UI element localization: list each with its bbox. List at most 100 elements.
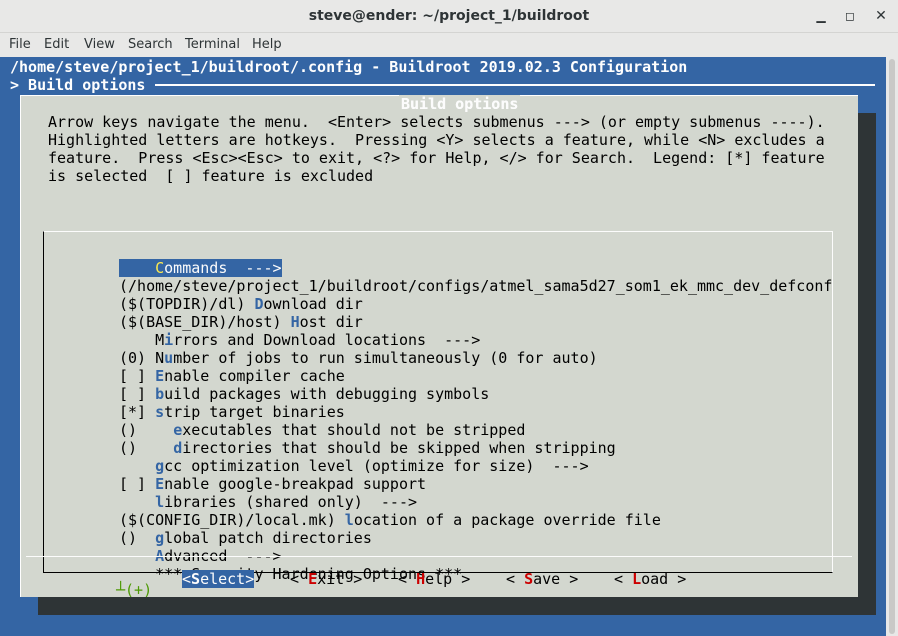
build-options-dialog: Build options Arrow keys navigate the me… bbox=[20, 95, 858, 599]
menu-item-label: cc optimization level (optimize for size… bbox=[164, 457, 589, 475]
window-titlebar: steve@ender: ~/project_1/buildroot ▁ ◻ ✕ bbox=[0, 0, 898, 33]
menu-item[interactable]: [ ] Enable compiler cache bbox=[119, 367, 345, 385]
menu-item-hotkey: C bbox=[155, 259, 165, 277]
button-label: ave > bbox=[533, 570, 579, 588]
menu-item[interactable]: [*] strip target binaries bbox=[119, 403, 345, 421]
menu-item-label: uild packages with debugging symbols bbox=[164, 385, 490, 403]
button-label: oad > bbox=[641, 570, 687, 588]
menu-search[interactable]: Search bbox=[128, 37, 173, 52]
menu-item[interactable]: ($(BASE_DIR)/host) Host dir bbox=[119, 313, 363, 331]
select-button[interactable]: <Select> bbox=[182, 570, 255, 588]
menu-item[interactable]: Commands ---> bbox=[119, 259, 282, 277]
menu-item-hotkey: l bbox=[344, 511, 354, 529]
menu-item[interactable]: () global patch directories bbox=[119, 529, 372, 547]
menu-item-prefix: [ ] bbox=[119, 475, 156, 493]
button-label: elp > bbox=[425, 570, 471, 588]
menu-item[interactable]: (/home/steve/project_1/buildroot/configs… bbox=[119, 277, 832, 295]
menu-item-label: nable google-breakpad support bbox=[164, 475, 427, 493]
menu-item-hotkey: D bbox=[254, 295, 264, 313]
menu-item-prefix: M bbox=[119, 331, 165, 349]
menu-item-label: nable compiler cache bbox=[164, 367, 345, 385]
menu-file[interactable]: File bbox=[9, 37, 31, 52]
menu-item-hotkey: g bbox=[155, 457, 165, 475]
menu-item[interactable]: ($(TOPDIR)/dl) Download dir bbox=[119, 295, 363, 313]
menu-item-hotkey: E bbox=[155, 475, 165, 493]
button-bracket: < bbox=[614, 570, 633, 588]
button-hotkey: H bbox=[416, 570, 426, 588]
menu-item[interactable]: [ ] Enable google-breakpad support bbox=[119, 475, 426, 493]
menu-item-prefix bbox=[119, 457, 155, 475]
menu-item-prefix: ($(BASE_DIR)/host) bbox=[119, 313, 291, 331]
menu-item-prefix: [ ] bbox=[119, 367, 156, 385]
menu-item-prefix: () bbox=[119, 421, 174, 439]
help-line: feature. Press <Esc><Esc> to exit, <?> f… bbox=[48, 149, 825, 167]
menu-item[interactable]: (0) Number of jobs to run simultaneously… bbox=[119, 349, 598, 367]
more-indicator: ┴(+) bbox=[116, 581, 153, 599]
menu-item[interactable]: [ ] build packages with debugging symbol… bbox=[119, 385, 489, 403]
menu-terminal[interactable]: Terminal bbox=[185, 37, 240, 52]
button-divider bbox=[26, 556, 852, 557]
menu-item-prefix: (/home/steve/project_1/buildroot/configs… bbox=[119, 277, 833, 295]
menu-item-prefix: [ ] bbox=[119, 385, 156, 403]
button-bracket: < bbox=[290, 570, 309, 588]
config-path-header: /home/steve/project_1/buildroot/.config … bbox=[10, 58, 688, 76]
help-button[interactable]: < Help > bbox=[398, 570, 470, 588]
button-hotkey: E bbox=[308, 570, 318, 588]
help-line: Arrow keys navigate the menu. <Enter> se… bbox=[48, 113, 825, 131]
menu-item-label: mber of jobs to run simultaneously (0 fo… bbox=[173, 349, 598, 367]
button-bracket: < bbox=[182, 570, 192, 588]
menu-item[interactable]: libraries (shared only) ---> bbox=[119, 493, 417, 511]
menu-item-hotkey: u bbox=[164, 349, 174, 367]
menu-item-hotkey: E bbox=[155, 367, 165, 385]
menu-edit[interactable]: Edit bbox=[44, 37, 69, 52]
menu-item-hotkey: H bbox=[290, 313, 300, 331]
button-label: xit > bbox=[317, 570, 363, 588]
menu-item-hotkey: e bbox=[173, 421, 183, 439]
button-bracket: < bbox=[506, 570, 525, 588]
menu-item-hotkey: i bbox=[164, 331, 174, 349]
menu-item-prefix bbox=[119, 259, 155, 277]
menu-item[interactable]: Mirrors and Download locations ---> bbox=[119, 331, 480, 349]
menu-view[interactable]: View bbox=[84, 37, 115, 52]
menu-item-label: trip target binaries bbox=[164, 403, 345, 421]
menu-item-hotkey: s bbox=[155, 403, 165, 421]
menu-item-label: lobal patch directories bbox=[164, 529, 372, 547]
save-button[interactable]: < Save > bbox=[506, 570, 578, 588]
help-text: Arrow keys navigate the menu. <Enter> se… bbox=[48, 113, 825, 185]
button-bracket: < bbox=[398, 570, 417, 588]
menu-item-hotkey: d bbox=[173, 439, 183, 457]
help-line: Highlighted letters are hotkeys. Pressin… bbox=[48, 131, 825, 149]
menu-item-hotkey: b bbox=[155, 385, 165, 403]
menu-item[interactable]: () directories that should be skipped wh… bbox=[119, 439, 616, 457]
button-hotkey: S bbox=[524, 570, 534, 588]
menu-breadcrumb: > Build options bbox=[10, 76, 146, 94]
load-button[interactable]: < Load > bbox=[614, 570, 686, 588]
dialog-title: Build options bbox=[399, 95, 521, 113]
window-title: steve@ender: ~/project_1/buildroot bbox=[308, 8, 590, 24]
menu-item-label: xecutables that should not be stripped bbox=[182, 421, 526, 439]
scrollbar[interactable] bbox=[886, 57, 898, 636]
menu-item-prefix: () bbox=[119, 529, 156, 547]
exit-button[interactable]: < Exit > bbox=[290, 570, 362, 588]
menu-item-label: ownload dir bbox=[263, 295, 363, 313]
menu-item-prefix: ($(CONFIG_DIR)/local.mk) bbox=[119, 511, 345, 529]
menu-item-label: ibraries (shared only) ---> bbox=[164, 493, 418, 511]
help-line: is selected [ ] feature is excluded bbox=[48, 167, 374, 185]
menu-item-label: ommands ---> bbox=[164, 259, 282, 277]
button-label: elect> bbox=[200, 570, 255, 588]
menubar: File Edit View Search Terminal Help bbox=[0, 33, 898, 57]
menu-item-prefix: [*] bbox=[119, 403, 156, 421]
menu-item[interactable]: ($(CONFIG_DIR)/local.mk) location of a p… bbox=[119, 511, 661, 529]
menu-item-hotkey: g bbox=[155, 529, 165, 547]
menu-item-prefix: () bbox=[119, 439, 174, 457]
menu-item[interactable]: () executables that should not be stripp… bbox=[119, 421, 525, 439]
menu-help[interactable]: Help bbox=[252, 37, 282, 52]
terminal-area[interactable]: /home/steve/project_1/buildroot/.config … bbox=[0, 57, 898, 636]
minimize-icon[interactable]: ▁ bbox=[812, 7, 830, 25]
scrollbar-track[interactable] bbox=[889, 59, 895, 634]
close-icon[interactable]: ✕ bbox=[872, 7, 890, 25]
button-hotkey: L bbox=[632, 570, 642, 588]
maximize-icon[interactable]: ◻ bbox=[841, 7, 859, 25]
menu-item-label: rrors and Download locations ---> bbox=[173, 331, 481, 349]
menu-item[interactable]: gcc optimization level (optimize for siz… bbox=[119, 457, 589, 475]
